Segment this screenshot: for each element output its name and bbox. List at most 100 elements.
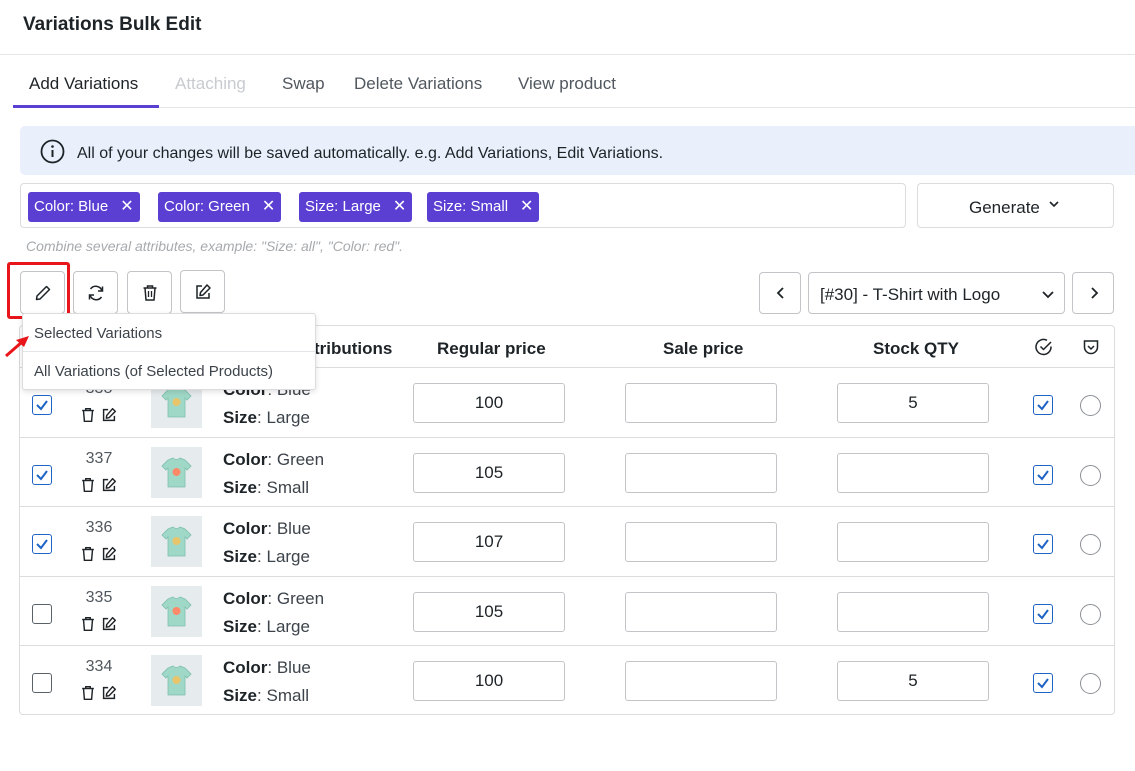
regular-price-input[interactable] (413, 661, 565, 701)
enabled-checkbox[interactable] (1033, 465, 1053, 485)
variation-id: 334 (85, 658, 113, 675)
regular-price-input[interactable] (413, 592, 565, 632)
sale-price-input[interactable] (625, 453, 777, 493)
info-icon (40, 139, 65, 164)
attribute-chip: Size: Large ✕ (299, 192, 413, 222)
chip-label: Size: Small (433, 198, 509, 215)
color-attribute: Color: Blue (223, 519, 311, 538)
color-value: Blue (276, 519, 311, 538)
size-value: Small (266, 478, 309, 497)
default-radio[interactable] (1080, 465, 1101, 486)
color-attribute: Color: Blue (223, 658, 311, 677)
row-actions (79, 684, 121, 702)
notice-text: All of your changes will be saved automa… (77, 145, 664, 162)
row-select-checkbox[interactable] (32, 604, 52, 624)
refresh-button[interactable] (73, 271, 118, 314)
refresh-icon (88, 285, 104, 301)
tab-swap[interactable]: Swap (282, 74, 325, 94)
close-icon[interactable]: ✕ (262, 192, 275, 222)
regular-price-input[interactable] (413, 522, 565, 562)
trash-icon (143, 285, 157, 301)
table-row: 336 Color: Blue Size: Large (20, 506, 1114, 576)
color-value: Green (276, 589, 325, 608)
edit-square-icon[interactable] (100, 545, 118, 563)
sale-price-input[interactable] (625, 522, 777, 562)
prev-product-button[interactable] (759, 272, 801, 314)
tab-add-variations[interactable]: Add Variations (29, 74, 138, 94)
stock-qty-input[interactable] (837, 453, 989, 493)
close-icon[interactable]: ✕ (393, 192, 406, 222)
stock-qty-input[interactable] (837, 592, 989, 632)
stock-qty-input[interactable] (837, 383, 989, 423)
trash-icon[interactable] (79, 545, 97, 563)
size-attribute: Size: Large (223, 617, 310, 636)
size-value: Large (266, 547, 310, 566)
next-product-button[interactable] (1072, 272, 1114, 314)
trash-icon[interactable] (79, 684, 97, 702)
trash-icon[interactable] (79, 615, 97, 633)
row-actions (79, 615, 121, 633)
size-attribute: Size: Large (223, 547, 310, 566)
row-select-checkbox[interactable] (32, 465, 52, 485)
edit-button[interactable] (180, 270, 225, 313)
enabled-checkbox[interactable] (1033, 604, 1053, 624)
regular-price-input[interactable] (413, 383, 565, 423)
row-select-checkbox[interactable] (32, 395, 52, 415)
enabled-checkbox[interactable] (1033, 534, 1053, 554)
enabled-checkbox[interactable] (1033, 395, 1053, 415)
color-label: Color (223, 519, 268, 538)
trash-icon[interactable] (79, 406, 97, 424)
tab-delete-variations[interactable]: Delete Variations (354, 74, 482, 94)
generate-button[interactable]: Generate (917, 183, 1114, 228)
page-title: Variations Bulk Edit (23, 14, 202, 35)
table-row: 334 Color: Blue Size: Small (20, 645, 1114, 715)
dropdown-item-selected-variations[interactable]: Selected Variations (34, 325, 162, 342)
default-radio[interactable] (1080, 395, 1101, 416)
delete-button[interactable] (127, 271, 172, 314)
sale-price-input[interactable] (625, 661, 777, 701)
attribute-chip: Size: Small ✕ (427, 192, 540, 222)
page-header: Variations Bulk Edit (0, 0, 1135, 55)
table-row: 337 Color: Green Size: Small (20, 437, 1114, 507)
dropdown-item-all-variations[interactable]: All Variations (of Selected Products) (34, 363, 273, 380)
close-icon[interactable]: ✕ (520, 192, 533, 222)
trash-icon[interactable] (79, 476, 97, 494)
edit-square-icon[interactable] (100, 476, 118, 494)
default-radio[interactable] (1080, 673, 1101, 694)
tab-attaching[interactable]: Attaching (175, 74, 246, 94)
variation-id: 336 (85, 519, 113, 536)
color-value: Blue (276, 658, 311, 677)
color-value: Green (276, 450, 325, 469)
size-value: Small (266, 686, 309, 705)
product-select[interactable]: [#30] - T-Shirt with Logo (808, 272, 1065, 314)
sale-price-input[interactable] (625, 383, 777, 423)
edit-square-icon[interactable] (100, 406, 118, 424)
attribute-select-input[interactable]: Color: Blue ✕ Color: Green ✕ Size: Large ✕ … (20, 183, 906, 228)
color-label: Color (223, 658, 268, 677)
product-thumbnail (151, 447, 202, 498)
product-thumbnail (151, 655, 202, 706)
chip-label: Color: Blue (34, 198, 109, 215)
edit-square-icon[interactable] (100, 684, 118, 702)
regular-price-input[interactable] (413, 453, 565, 493)
stock-qty-input[interactable] (837, 661, 989, 701)
header-regular-price: Regular price (437, 339, 546, 358)
chip-label: Color: Green (164, 198, 250, 215)
product-select-value: [#30] - T-Shirt with Logo (820, 285, 1001, 304)
size-attribute: Size: Small (223, 686, 309, 705)
close-icon[interactable]: ✕ (120, 192, 133, 222)
edit-square-icon[interactable] (100, 615, 118, 633)
default-radio[interactable] (1080, 534, 1101, 555)
color-label: Color (223, 589, 268, 608)
stock-qty-input[interactable] (837, 522, 989, 562)
size-label: Size (223, 408, 258, 427)
enabled-checkbox[interactable] (1033, 673, 1053, 693)
table-row: 335 Color: Green Size: Large (20, 576, 1114, 646)
row-select-checkbox[interactable] (32, 534, 52, 554)
size-label: Size (223, 686, 258, 705)
shield-check-icon (1083, 340, 1099, 355)
sale-price-input[interactable] (625, 592, 777, 632)
default-radio[interactable] (1080, 604, 1101, 625)
row-select-checkbox[interactable] (32, 673, 52, 693)
tab-view-product[interactable]: View product (518, 74, 616, 94)
